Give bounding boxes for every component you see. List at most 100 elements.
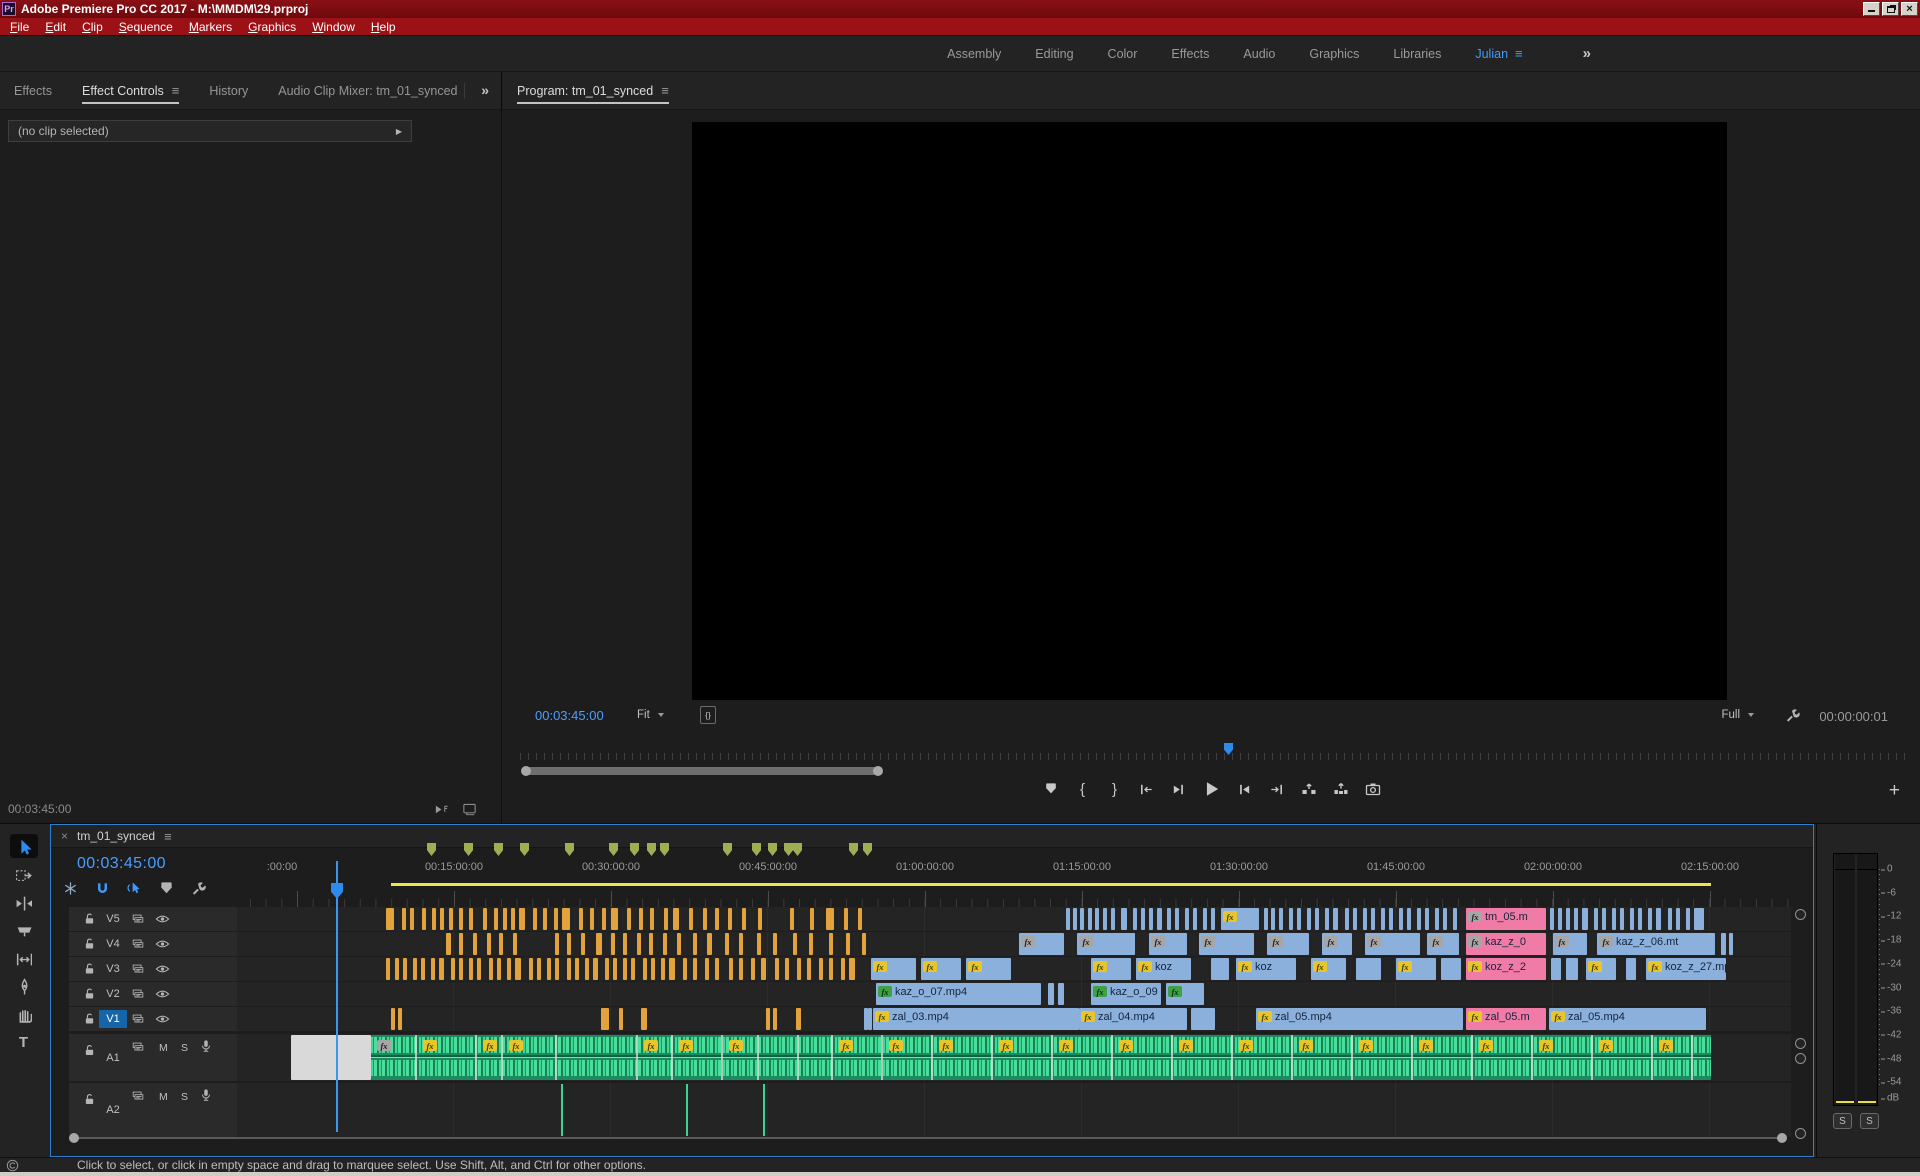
timeline-clip[interactable] bbox=[499, 933, 503, 955]
timeline-clip[interactable] bbox=[1088, 908, 1092, 930]
sync-lock-icon[interactable] bbox=[131, 1089, 145, 1103]
audio-clip-edit-point[interactable] bbox=[931, 1035, 933, 1080]
audio-clip-edit-point[interactable] bbox=[475, 1035, 477, 1080]
scrollbar-knob[interactable] bbox=[873, 766, 883, 776]
audio-clip[interactable] bbox=[371, 1035, 1711, 1080]
timeline-clip[interactable] bbox=[1048, 983, 1054, 1005]
workspace-tab-libraries[interactable]: Libraries bbox=[1393, 47, 1441, 61]
audio-clip-edit-point[interactable] bbox=[1691, 1035, 1693, 1080]
sequence-marker[interactable] bbox=[630, 843, 639, 856]
extract-button[interactable] bbox=[1333, 781, 1349, 797]
sequence-marker[interactable] bbox=[494, 843, 503, 856]
type-tool[interactable]: T bbox=[10, 1030, 38, 1054]
lock-track-icon[interactable] bbox=[83, 988, 96, 1001]
timeline-horizontal-scrollbar[interactable] bbox=[69, 1133, 1787, 1143]
timeline-clip[interactable] bbox=[601, 1008, 609, 1030]
tab-program[interactable]: Program: tm_01_synced ≡ bbox=[517, 72, 669, 109]
timeline-clip[interactable] bbox=[1080, 908, 1084, 930]
timeline-clip[interactable]: fx kaz_o_07.mp4 bbox=[876, 983, 1041, 1005]
sync-lock-icon[interactable] bbox=[131, 987, 145, 1001]
timeline-clip[interactable] bbox=[1582, 908, 1588, 930]
toggle-track-output-icon[interactable] bbox=[155, 912, 170, 927]
timeline-clip[interactable] bbox=[590, 908, 594, 930]
timeline-clip[interactable]: fx bbox=[1396, 958, 1436, 980]
audio-clip-edit-point[interactable] bbox=[1471, 1035, 1473, 1080]
timeline-clip[interactable] bbox=[844, 908, 848, 930]
timeline-clip[interactable] bbox=[440, 908, 444, 930]
timeline-clip[interactable] bbox=[793, 933, 797, 955]
restore-button[interactable] bbox=[1882, 2, 1899, 16]
timeline-clip[interactable] bbox=[1399, 908, 1403, 930]
timeline-clip[interactable] bbox=[1141, 908, 1145, 930]
timeline-clip[interactable] bbox=[683, 958, 687, 980]
go-to-out-button[interactable] bbox=[1269, 782, 1285, 797]
timeline-clip[interactable] bbox=[810, 908, 814, 930]
timeline-ruler[interactable]: :00:00 00:15:00:00 00:30:00:00 00:45:00:00 0… bbox=[237, 843, 1791, 907]
timeline-clip[interactable] bbox=[775, 958, 779, 980]
add-marker-icon[interactable] bbox=[159, 881, 174, 896]
track-lane-v3[interactable]: fx fx fx fx fx koz fx koz fx fx fx koz_z_2 fx fx koz_z… bbox=[237, 957, 1791, 981]
go-to-in-button[interactable] bbox=[1139, 782, 1155, 797]
audio-clip-edit-point[interactable] bbox=[636, 1035, 638, 1080]
track-lane-a2[interactable] bbox=[237, 1083, 1791, 1137]
mark-in-button[interactable]: { bbox=[1075, 781, 1091, 798]
toggle-track-output-icon[interactable] bbox=[155, 987, 170, 1002]
timeline-clip[interactable] bbox=[449, 908, 453, 930]
timeline-clip[interactable] bbox=[547, 958, 551, 980]
export-frame-button[interactable] bbox=[1365, 781, 1381, 797]
timeline-clip[interactable]: fx bbox=[1166, 983, 1204, 1005]
minimize-button[interactable] bbox=[1863, 2, 1880, 16]
timeline-clip[interactable] bbox=[1066, 908, 1070, 930]
solo-track-button[interactable]: S bbox=[181, 1091, 188, 1103]
track-select-forward-tool[interactable] bbox=[10, 862, 38, 886]
lock-track-icon[interactable] bbox=[83, 963, 96, 976]
timeline-clip[interactable] bbox=[483, 908, 487, 930]
timeline-clip[interactable] bbox=[1630, 908, 1634, 930]
menu-help[interactable]: Help bbox=[363, 20, 404, 34]
timeline-clip[interactable]: fx bbox=[921, 958, 961, 980]
timeline-clip[interactable] bbox=[1149, 908, 1153, 930]
lock-track-icon[interactable] bbox=[83, 1044, 96, 1057]
timeline-clip[interactable] bbox=[469, 908, 473, 930]
timeline-clip[interactable] bbox=[773, 1008, 777, 1030]
timeline-clip[interactable] bbox=[1566, 958, 1578, 980]
timeline-clip[interactable] bbox=[1345, 908, 1349, 930]
timeline-clip[interactable]: fx kaz_o_09 bbox=[1091, 983, 1161, 1005]
timeline-clip[interactable] bbox=[1353, 908, 1357, 930]
menu-file[interactable]: File bbox=[2, 20, 37, 34]
timeline-clip[interactable] bbox=[519, 908, 525, 930]
timeline-clip[interactable]: fx bbox=[966, 958, 1011, 980]
track-lane-v2[interactable]: fx kaz_o_07.mp4 fx kaz_o_09 fx bbox=[237, 982, 1791, 1006]
audio-clip-edit-point[interactable] bbox=[671, 1035, 673, 1080]
audio-clip-gray[interactable] bbox=[291, 1035, 371, 1080]
audio-clip-edit-point[interactable] bbox=[1111, 1035, 1113, 1080]
timeline-clip[interactable] bbox=[677, 933, 681, 955]
ripple-edit-tool[interactable] bbox=[10, 890, 38, 914]
timeline-clip[interactable] bbox=[611, 933, 615, 955]
timeline-clip[interactable] bbox=[705, 958, 709, 980]
timeline-clip[interactable] bbox=[829, 958, 833, 980]
snap-icon[interactable] bbox=[95, 881, 110, 896]
toggle-effects-icon[interactable] bbox=[462, 802, 477, 817]
track-name-v2[interactable]: V2 bbox=[99, 985, 127, 1003]
timeline-clip[interactable]: fx bbox=[1091, 958, 1131, 980]
timeline-clip[interactable] bbox=[693, 958, 697, 980]
timeline-clip[interactable] bbox=[693, 933, 697, 955]
timeline-clip[interactable] bbox=[1333, 908, 1338, 930]
panel-overflow-chevron[interactable]: » bbox=[481, 82, 489, 98]
lock-track-icon[interactable] bbox=[83, 913, 96, 926]
timeline-clip[interactable] bbox=[643, 958, 647, 980]
slip-tool[interactable] bbox=[10, 946, 38, 970]
lift-button[interactable] bbox=[1301, 781, 1317, 797]
menu-window[interactable]: Window bbox=[304, 20, 363, 34]
timeline-clip[interactable]: fx bbox=[1553, 933, 1587, 955]
audio-clip-edit-point[interactable] bbox=[797, 1035, 799, 1080]
toggle-track-output-icon[interactable] bbox=[155, 1012, 170, 1027]
timeline-clip[interactable]: fx bbox=[1267, 933, 1309, 955]
menu-clip[interactable]: Clip bbox=[74, 20, 111, 34]
timeline-clip[interactable] bbox=[650, 908, 654, 930]
lock-track-icon[interactable] bbox=[83, 1093, 96, 1106]
linked-selection-icon[interactable] bbox=[127, 881, 142, 896]
program-timecode[interactable]: 00:03:45:00 bbox=[535, 708, 604, 723]
razor-tool[interactable] bbox=[10, 918, 38, 942]
